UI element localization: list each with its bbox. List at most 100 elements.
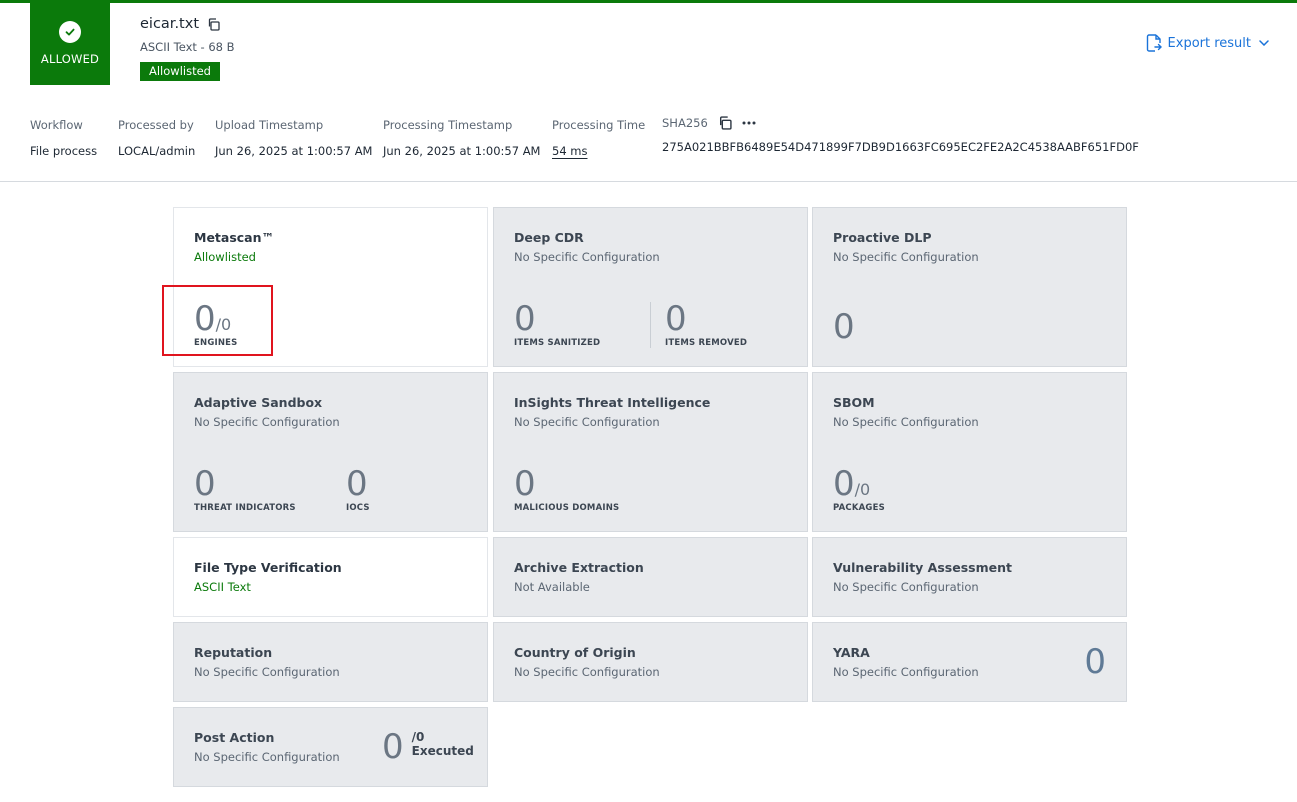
card-title: File Type Verification <box>194 560 342 575</box>
chevron-down-icon <box>1259 40 1269 46</box>
card-file-type-verification[interactable]: File Type Verification ASCII Text <box>173 537 488 617</box>
card-title: Country of Origin <box>514 645 636 660</box>
card-reputation[interactable]: Reputation No Specific Configuration <box>173 622 488 702</box>
dlp-stat: 0 <box>833 310 855 344</box>
file-info: eicar.txt ASCII Text - 68 B Allowlisted <box>140 16 235 81</box>
threat-indicators-caption: THREAT INDICATORS <box>194 503 296 513</box>
header-divider <box>0 181 1297 182</box>
iocs-count: 0 <box>346 464 368 504</box>
items-removed-caption: ITEMS REMOVED <box>665 338 748 348</box>
meta-key: Processed by <box>118 118 194 132</box>
card-vulnerability-assessment[interactable]: Vulnerability Assessment No Specific Con… <box>812 537 1127 617</box>
top-status-line <box>0 0 1297 3</box>
executed-caption: Executed <box>411 744 474 758</box>
card-yara[interactable]: YARA No Specific Configuration 0 <box>812 622 1127 702</box>
packages-total: /0 <box>854 480 871 499</box>
packages-stat: 0/0 PACKAGES <box>833 467 885 513</box>
packages-count: 0 <box>833 464 855 504</box>
card-title: Adaptive Sandbox <box>194 395 323 410</box>
meta-processing-time: Processing Time 54 ms <box>552 118 645 158</box>
card-deep-cdr[interactable]: Deep CDR No Specific Configuration 0 ITE… <box>493 207 808 367</box>
items-removed-count: 0 <box>665 299 687 339</box>
card-subtitle: No Specific Configuration <box>194 665 340 679</box>
meta-key: Upload Timestamp <box>215 118 324 132</box>
yara-stat: 0 <box>1084 645 1106 679</box>
items-sanitized-caption: ITEMS SANITIZED <box>514 338 601 348</box>
card-insights-threat-intelligence[interactable]: InSights Threat Intelligence No Specific… <box>493 372 808 532</box>
export-result-button[interactable]: Export result <box>1146 34 1269 52</box>
meta-value: 275A021BBFB6489E54D471899F7DB9D1663FC695… <box>662 140 1139 154</box>
meta-value: File process <box>30 144 98 158</box>
meta-workflow: Workflow File process <box>30 118 97 158</box>
card-subtitle: No Specific Configuration <box>514 665 660 679</box>
card-title: Archive Extraction <box>514 560 644 575</box>
card-title: Reputation <box>194 645 273 660</box>
card-sbom[interactable]: SBOM No Specific Configuration 0/0 PACKA… <box>812 372 1127 532</box>
meta-processing-timestamp: Processing Timestamp Jun 26, 2025 at 1:0… <box>383 118 540 158</box>
card-subtitle: Not Available <box>514 580 590 594</box>
copy-filename-icon[interactable] <box>207 17 220 31</box>
malicious-domains-caption: MALICIOUS DOMAINS <box>514 503 620 513</box>
card-post-action[interactable]: Post Action No Specific Configuration 0 … <box>173 707 488 787</box>
stat-divider <box>650 302 651 348</box>
check-icon <box>59 21 81 43</box>
executed-count: 0 <box>382 727 404 767</box>
iocs-stat: 0 IOCS <box>346 467 370 513</box>
executed-stat: 0 /0 Executed <box>382 730 474 764</box>
yara-count: 0 <box>1084 642 1106 682</box>
items-sanitized-stat: 0 ITEMS SANITIZED <box>514 302 600 348</box>
items-removed-stat: 0 ITEMS REMOVED <box>665 302 747 348</box>
card-subtitle: No Specific Configuration <box>194 750 340 764</box>
card-title: Deep CDR <box>514 230 584 245</box>
malicious-domains-stat: 0 MALICIOUS DOMAINS <box>514 467 619 513</box>
card-title: SBOM <box>833 395 875 410</box>
verdict-block: ALLOWED <box>30 3 110 85</box>
card-archive-extraction[interactable]: Archive Extraction Not Available <box>493 537 808 617</box>
verdict-label: ALLOWED <box>40 52 100 66</box>
processing-time-link[interactable]: 54 ms <box>552 144 645 158</box>
items-sanitized-count: 0 <box>514 299 536 339</box>
card-subtitle: No Specific Configuration <box>833 665 979 679</box>
meta-value: LOCAL/admin <box>118 144 196 158</box>
highlight-box <box>162 285 273 356</box>
dlp-count: 0 <box>833 307 855 347</box>
card-subtitle: No Specific Configuration <box>833 415 979 429</box>
packages-caption: PACKAGES <box>833 503 885 513</box>
meta-upload-timestamp: Upload Timestamp Jun 26, 2025 at 1:00:57… <box>215 118 372 158</box>
copy-sha256-icon[interactable] <box>718 116 732 130</box>
meta-key: Processing Timestamp <box>383 118 513 132</box>
card-subtitle: No Specific Configuration <box>833 580 979 594</box>
threat-indicators-count: 0 <box>194 464 216 504</box>
export-file-icon <box>1146 34 1162 52</box>
card-title: YARA <box>833 645 870 660</box>
card-subtitle: No Specific Configuration <box>514 415 660 429</box>
executed-total: /0 <box>411 730 425 744</box>
card-title: Proactive DLP <box>833 230 932 245</box>
card-proactive-dlp[interactable]: Proactive DLP No Specific Configuration … <box>812 207 1127 367</box>
card-country-of-origin[interactable]: Country of Origin No Specific Configurat… <box>493 622 808 702</box>
meta-value: Jun 26, 2025 at 1:00:57 AM <box>383 144 541 158</box>
card-subtitle: ASCII Text <box>194 580 251 594</box>
card-title: Vulnerability Assessment <box>833 560 1012 575</box>
card-title: Post Action <box>194 730 275 745</box>
meta-processed-by: Processed by LOCAL/admin <box>118 118 195 158</box>
allowlisted-badge: Allowlisted <box>140 62 220 81</box>
threat-indicators-stat: 0 THREAT INDICATORS <box>194 467 296 513</box>
meta-value: Jun 26, 2025 at 1:00:57 AM <box>215 144 373 158</box>
card-subtitle: Allowlisted <box>194 250 256 264</box>
iocs-caption: IOCS <box>346 503 370 513</box>
card-subtitle: No Specific Configuration <box>514 250 660 264</box>
file-meta: ASCII Text - 68 B <box>140 40 235 54</box>
meta-key: SHA256 <box>662 116 708 130</box>
card-subtitle: No Specific Configuration <box>833 250 979 264</box>
card-title: Metascan™ <box>194 230 275 245</box>
more-options-icon[interactable] <box>742 121 756 125</box>
file-name: eicar.txt <box>140 16 199 32</box>
card-adaptive-sandbox[interactable]: Adaptive Sandbox No Specific Configurati… <box>173 372 488 532</box>
malicious-domains-count: 0 <box>514 464 536 504</box>
export-result-label: Export result <box>1167 35 1251 51</box>
card-title: InSights Threat Intelligence <box>514 395 711 410</box>
meta-key: Workflow <box>30 118 83 132</box>
card-subtitle: No Specific Configuration <box>194 415 340 429</box>
meta-key: Processing Time <box>552 118 646 132</box>
